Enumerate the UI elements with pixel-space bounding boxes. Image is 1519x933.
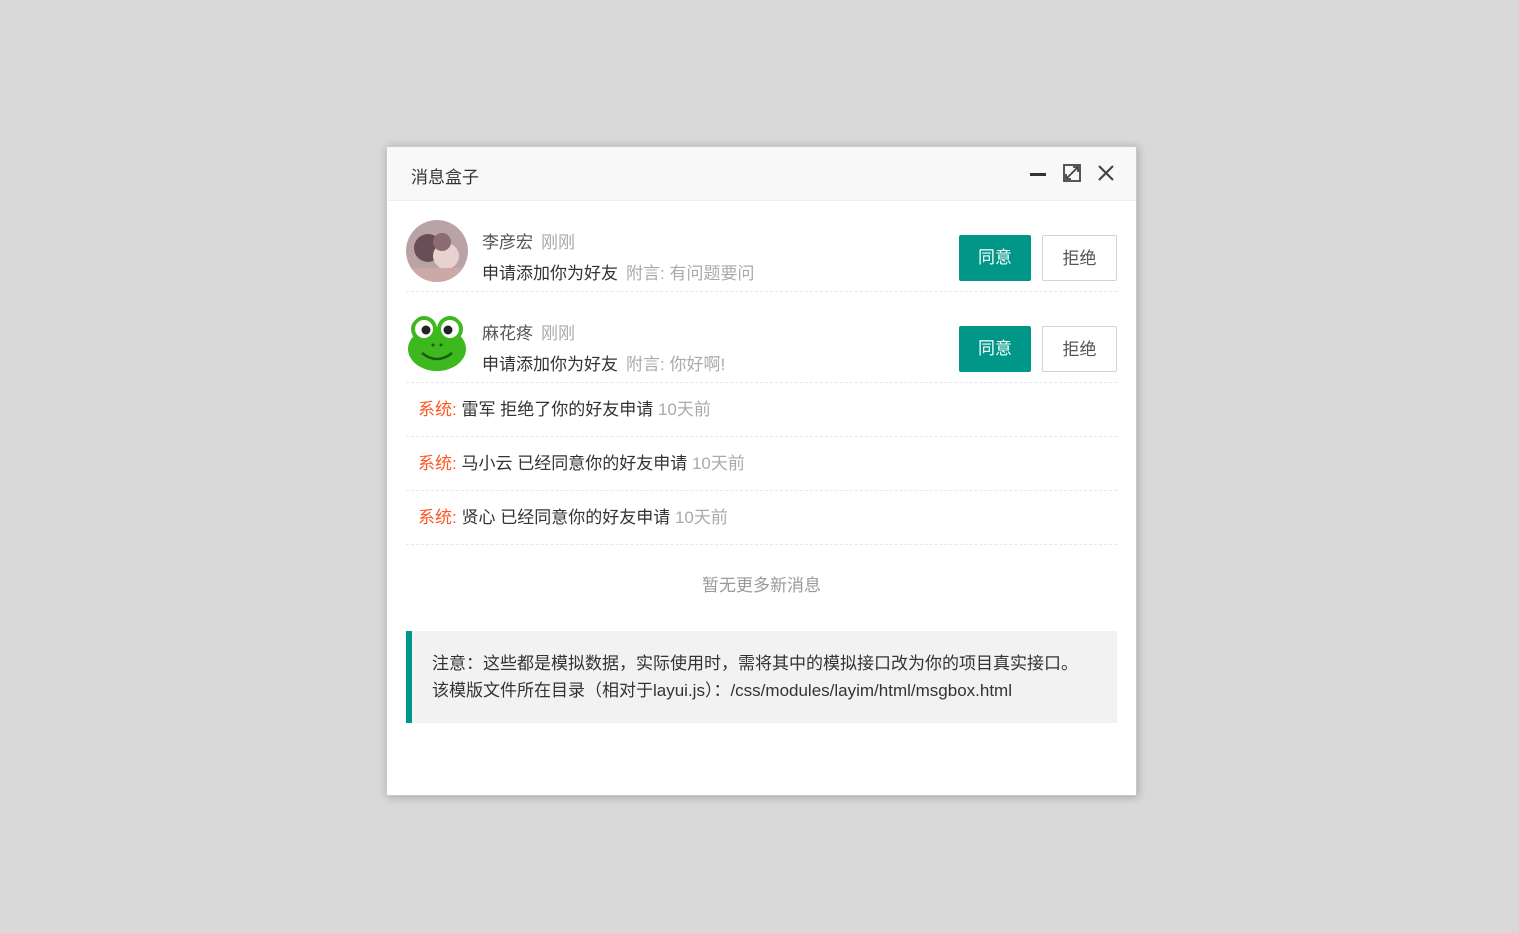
request-note: 附言: 有问题要问 bbox=[626, 264, 755, 283]
system-time: 10天前 bbox=[674, 508, 728, 527]
notice-box: 注意：这些都是模拟数据，实际使用时，需将其中的模拟接口改为你的项目真实接口。 该… bbox=[406, 631, 1117, 723]
request-time: 刚刚 bbox=[541, 324, 575, 343]
request-header: 麻花疼 刚刚 bbox=[482, 319, 575, 344]
request-actions: 同意 拒绝 bbox=[959, 326, 1117, 372]
agree-button[interactable]: 同意 bbox=[959, 235, 1031, 281]
system-message-row: 系统: 马小云 已经同意你的好友申请 10天前 bbox=[406, 437, 1117, 491]
request-body: 申请添加你为好友 附言: 有问题要问 bbox=[482, 259, 754, 284]
user-name[interactable]: 麻花疼 bbox=[482, 324, 533, 343]
request-message: 申请添加你为好友 bbox=[482, 264, 618, 283]
friend-request-row: 麻花疼 刚刚 申请添加你为好友 附言: 你好啊! 同意 拒绝 bbox=[406, 292, 1117, 383]
close-icon[interactable] bbox=[1096, 163, 1116, 183]
request-message: 申请添加你为好友 bbox=[482, 355, 618, 374]
system-label: 系统: bbox=[418, 508, 457, 527]
avatar[interactable] bbox=[406, 311, 468, 373]
titlebar: 消息盒子 bbox=[387, 147, 1136, 201]
request-body: 申请添加你为好友 附言: 你好啊! bbox=[482, 350, 725, 375]
msgbox-window: 消息盒子 李彦宏 刚刚 申请添加你为好友 附言: 有问题要问 同意 拒绝 麻花疼… bbox=[386, 146, 1137, 796]
request-actions: 同意 拒绝 bbox=[959, 235, 1117, 281]
system-text: 马小云 已经同意你的好友申请 bbox=[461, 454, 688, 473]
user-name[interactable]: 李彦宏 bbox=[482, 233, 533, 252]
system-time: 10天前 bbox=[691, 454, 745, 473]
system-text: 贤心 已经同意你的好友申请 bbox=[461, 508, 671, 527]
request-time: 刚刚 bbox=[541, 233, 575, 252]
system-time: 10天前 bbox=[657, 400, 711, 419]
notice-line-2: 该模版文件所在目录（相对于layui.js）：/css/modules/layi… bbox=[432, 681, 1012, 700]
notice-line-1: 注意：这些都是模拟数据，实际使用时，需将其中的模拟接口改为你的项目真实接口。 bbox=[432, 654, 1078, 673]
system-text: 雷军 拒绝了你的好友申请 bbox=[461, 400, 654, 419]
minimize-icon[interactable] bbox=[1028, 163, 1048, 183]
request-note: 附言: 你好啊! bbox=[626, 355, 726, 374]
message-list: 李彦宏 刚刚 申请添加你为好友 附言: 有问题要问 同意 拒绝 麻花疼 刚刚 申… bbox=[387, 201, 1136, 723]
request-header: 李彦宏 刚刚 bbox=[482, 228, 575, 253]
friend-request-row: 李彦宏 刚刚 申请添加你为好友 附言: 有问题要问 同意 拒绝 bbox=[406, 201, 1117, 292]
refuse-button[interactable]: 拒绝 bbox=[1042, 326, 1117, 372]
system-label: 系统: bbox=[418, 400, 457, 419]
window-title: 消息盒子 bbox=[411, 168, 479, 187]
system-label: 系统: bbox=[418, 454, 457, 473]
refuse-button[interactable]: 拒绝 bbox=[1042, 235, 1117, 281]
no-more-messages: 暂无更多新消息 bbox=[702, 576, 821, 595]
system-message-row: 系统: 雷军 拒绝了你的好友申请 10天前 bbox=[406, 383, 1117, 437]
avatar[interactable] bbox=[406, 220, 468, 282]
maximize-icon[interactable] bbox=[1062, 163, 1082, 183]
window-controls bbox=[1028, 163, 1116, 183]
agree-button[interactable]: 同意 bbox=[959, 326, 1031, 372]
system-message-row: 系统: 贤心 已经同意你的好友申请 10天前 bbox=[406, 491, 1117, 545]
